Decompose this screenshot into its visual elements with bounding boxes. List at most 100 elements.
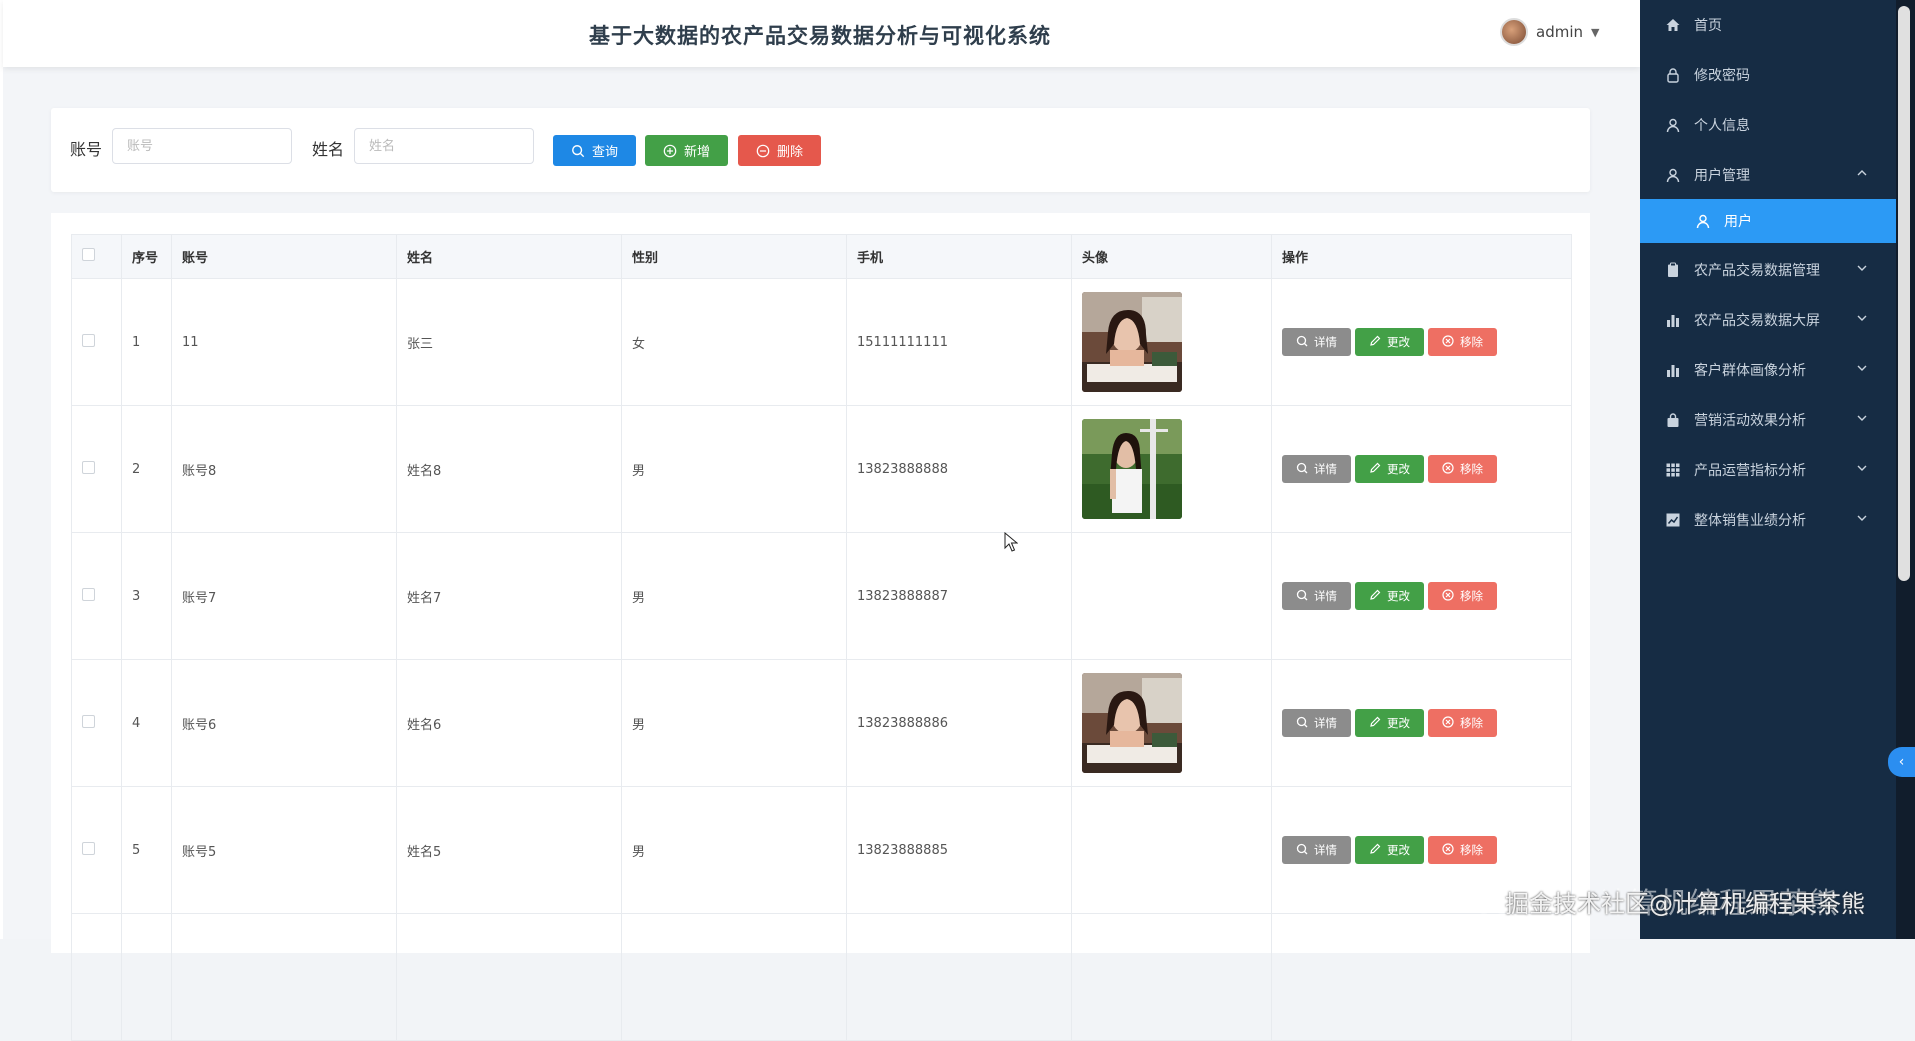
row-checkbox[interactable] xyxy=(82,460,95,474)
row-select-cell[interactable] xyxy=(71,786,122,914)
sidebar-item-profile[interactable]: 个人信息 xyxy=(1640,100,1896,150)
cell-index xyxy=(121,913,172,1041)
table-row[interactable]: 5 账号5 姓名5 男 13823888885 详情 更改 移除 xyxy=(71,786,1572,914)
name-search-input[interactable] xyxy=(354,128,534,164)
cell-name: 张三 xyxy=(396,278,622,406)
remove-button[interactable]: 移除 xyxy=(1428,709,1497,737)
table-row[interactable]: 4 账号6 姓名6 男 13823888886 详情 更改 移除 xyxy=(71,659,1572,787)
avatar-image[interactable] xyxy=(1082,292,1182,392)
sidebar-item-sales-performance[interactable]: 整体销售业绩分析 xyxy=(1640,495,1896,545)
cell-account: 账号8 xyxy=(171,405,397,533)
remove-label: 移除 xyxy=(1460,843,1483,857)
cell-avatar xyxy=(1071,786,1272,914)
cell-avatar xyxy=(1071,913,1272,1041)
watermark-juejin: 掘金技术社区@计算机编程果茶熊 xyxy=(1505,890,1865,918)
chevron-up-icon xyxy=(1857,170,1867,176)
edit-button[interactable]: 更改 xyxy=(1355,836,1424,864)
detail-button[interactable]: 详情 xyxy=(1282,709,1351,737)
sidebar-item-change-password[interactable]: 修改密码 xyxy=(1640,50,1896,100)
remove-button[interactable]: 移除 xyxy=(1428,582,1497,610)
table-row[interactable]: 1 11 张三 女 15111111111 详情 更改 移除 xyxy=(71,278,1572,406)
pencil-icon xyxy=(1369,462,1381,477)
bag-icon xyxy=(1664,411,1682,429)
detail-button[interactable]: 详情 xyxy=(1282,455,1351,483)
detail-button[interactable]: 详情 xyxy=(1282,836,1351,864)
chevron-left-icon: ‹ xyxy=(1898,754,1905,770)
select-all-checkbox[interactable] xyxy=(82,248,95,261)
avatar-image[interactable] xyxy=(1082,673,1182,773)
page-title: 基于大数据的农产品交易数据分析与可视化系统 xyxy=(589,24,1051,48)
table-row[interactable]: 3 账号7 姓名7 男 13823888887 详情 更改 移除 xyxy=(71,532,1572,660)
row-select-cell[interactable] xyxy=(71,532,122,660)
select-all-cell[interactable] xyxy=(71,234,122,279)
search-icon xyxy=(1296,335,1308,350)
account-label: 账号 xyxy=(70,140,103,159)
sidebar-item-trade-data-management[interactable]: 农产品交易数据管理 xyxy=(1640,245,1896,295)
row-checkbox[interactable] xyxy=(82,714,95,728)
col-gender: 性别 xyxy=(621,234,847,279)
sidebar-scrollbar[interactable] xyxy=(1898,6,1910,581)
cell-index: 4 xyxy=(121,659,172,787)
search-panel: 账号 姓名 查询 新增 删除 xyxy=(51,108,1590,192)
sidebar-item-user-management[interactable]: 用户管理 xyxy=(1640,150,1896,200)
row-checkbox[interactable] xyxy=(82,333,95,347)
sidebar-item-marketing-analysis[interactable]: 营销活动效果分析 xyxy=(1640,395,1896,445)
edit-label: 更改 xyxy=(1387,716,1410,730)
user-menu[interactable]: admin ▼ xyxy=(1500,18,1599,46)
cell-name: 姓名8 xyxy=(396,405,622,533)
remove-label: 移除 xyxy=(1460,335,1483,349)
sidebar-item-home[interactable]: 首页 xyxy=(1640,0,1896,50)
grid-icon xyxy=(1664,461,1682,479)
close-circle-icon xyxy=(1442,588,1454,604)
query-button[interactable]: 查询 xyxy=(553,135,636,166)
sidebar-item-product-metrics[interactable]: 产品运营指标分析 xyxy=(1640,445,1896,495)
row-checkbox[interactable] xyxy=(82,587,95,601)
lock-icon xyxy=(1664,66,1682,84)
account-search-input[interactable] xyxy=(112,128,292,164)
avatar-image[interactable] xyxy=(1082,419,1182,519)
cell-account: 账号6 xyxy=(171,659,397,787)
row-select-cell[interactable] xyxy=(71,405,122,533)
cell-gender: 男 xyxy=(621,405,847,533)
delete-button-label: 删除 xyxy=(776,145,803,160)
cell-name xyxy=(396,913,622,1041)
sidebar-item-users[interactable]: 用户 xyxy=(1640,199,1896,243)
collapse-sidebar-button[interactable]: ‹ xyxy=(1888,747,1915,777)
row-select-cell[interactable] xyxy=(71,913,122,1041)
bar-chart-icon xyxy=(1664,311,1682,329)
cell-phone: 13823888888 xyxy=(846,405,1072,533)
delete-button[interactable]: 删除 xyxy=(738,135,821,166)
search-icon xyxy=(1296,589,1308,604)
add-button[interactable]: 新增 xyxy=(645,135,728,166)
col-index: 序号 xyxy=(121,234,172,279)
detail-button[interactable]: 详情 xyxy=(1282,328,1351,356)
remove-button[interactable]: 移除 xyxy=(1428,836,1497,864)
row-checkbox[interactable] xyxy=(82,841,95,855)
user-icon xyxy=(1694,212,1712,230)
sidebar-item-customer-profile[interactable]: 客户群体画像分析 xyxy=(1640,345,1896,395)
remove-label: 移除 xyxy=(1460,462,1483,476)
col-actions: 操作 xyxy=(1271,234,1572,279)
sidebar-item-label: 营销活动效果分析 xyxy=(1694,413,1806,429)
remove-button[interactable]: 移除 xyxy=(1428,328,1497,356)
row-select-cell[interactable] xyxy=(71,278,122,406)
edit-button[interactable]: 更改 xyxy=(1355,582,1424,610)
sidebar-item-label: 用户 xyxy=(1724,214,1752,230)
row-select-cell[interactable] xyxy=(71,659,122,787)
sidebar-item-label: 修改密码 xyxy=(1694,68,1750,84)
minus-circle-icon xyxy=(756,144,770,157)
sidebar: 首页 修改密码 个人信息 用户管理 用户 农产品交易数据管理 农产品交易数据大屏… xyxy=(1640,0,1896,939)
detail-button[interactable]: 详情 xyxy=(1282,582,1351,610)
cell-index: 3 xyxy=(121,532,172,660)
remove-button[interactable]: 移除 xyxy=(1428,455,1497,483)
cell-actions: 详情 更改 移除 xyxy=(1271,532,1572,660)
sidebar-item-trade-data-screen[interactable]: 农产品交易数据大屏 xyxy=(1640,295,1896,345)
cell-actions: 详情 更改 移除 xyxy=(1271,278,1572,406)
search-icon xyxy=(1296,462,1308,477)
table-row[interactable]: 2 账号8 姓名8 男 13823888888 详情 更改 移除 xyxy=(71,405,1572,533)
edit-button[interactable]: 更改 xyxy=(1355,709,1424,737)
edit-button[interactable]: 更改 xyxy=(1355,455,1424,483)
remove-label: 移除 xyxy=(1460,589,1483,603)
edit-button[interactable]: 更改 xyxy=(1355,328,1424,356)
table-row[interactable] xyxy=(71,913,1572,1041)
